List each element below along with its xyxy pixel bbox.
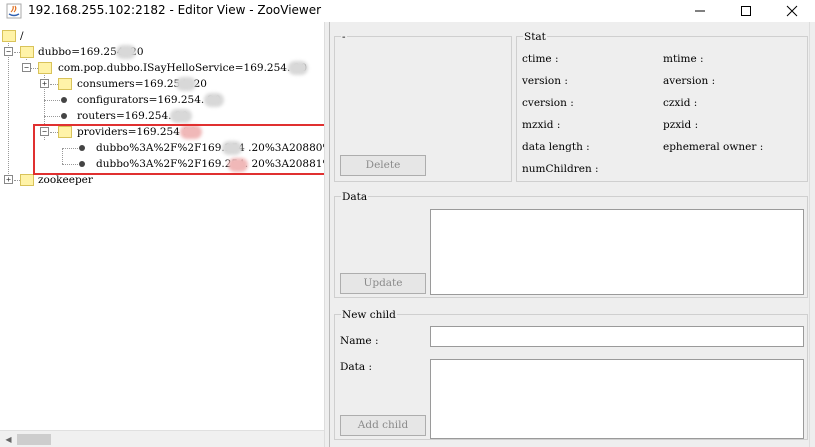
collapse-icon[interactable]: − xyxy=(22,63,31,72)
close-icon xyxy=(786,5,798,17)
redaction-blur xyxy=(204,93,224,107)
minimize-button[interactable] xyxy=(677,0,723,22)
mtime-label: mtime : xyxy=(663,53,704,65)
window-title: 192.168.255.102:2182 - Editor View - Zoo… xyxy=(28,3,322,17)
data-length-label: data length : xyxy=(522,141,590,153)
znode-tree[interactable]: / − dubbo=169.254 .20 − com.pop.dubbo.IS… xyxy=(0,22,324,447)
child-data-textarea[interactable] xyxy=(430,359,804,439)
expand-icon[interactable]: + xyxy=(4,175,13,184)
split-pane-divider[interactable] xyxy=(324,22,330,447)
tree-node-consumers[interactable]: + consumers=169.254 .20 xyxy=(0,76,250,92)
folder-icon xyxy=(2,30,16,42)
folder-icon xyxy=(20,46,34,58)
stat-panel: Stat ctime : mtime : version : aversion … xyxy=(516,31,808,182)
java-app-icon xyxy=(6,3,22,19)
czxid-label: czxid : xyxy=(663,97,698,109)
redaction-blur xyxy=(170,109,192,123)
expand-icon[interactable]: + xyxy=(40,79,49,88)
tree-node-service[interactable]: − com.pop.dubbo.ISayHelloService=169.254… xyxy=(0,60,324,76)
child-name-input[interactable] xyxy=(430,326,804,347)
title-bar: 192.168.255.102:2182 - Editor View - Zoo… xyxy=(0,0,815,22)
redaction-blur xyxy=(288,61,308,75)
scroll-left-icon[interactable]: ◀ xyxy=(0,431,17,447)
tree-node-configurators[interactable]: configurators=169.254. 20 xyxy=(0,92,260,108)
add-child-button[interactable]: Add child xyxy=(340,415,426,436)
update-button[interactable]: Update xyxy=(340,273,426,294)
ephemeral-owner-label: ephemeral owner : xyxy=(663,141,764,153)
version-label: version : xyxy=(522,75,568,87)
delete-panel-title: - xyxy=(341,31,347,43)
num-children-label: numChildren : xyxy=(522,163,599,175)
name-label: Name : xyxy=(340,335,379,347)
maximize-button[interactable] xyxy=(723,0,769,22)
scrollbar-thumb[interactable] xyxy=(17,434,51,445)
child-data-label: Data : xyxy=(340,361,373,373)
tree-node-routers[interactable]: routers=169.254. 20 xyxy=(0,108,240,124)
folder-icon xyxy=(20,174,34,186)
tree-node-dubbo[interactable]: − dubbo=169.254 .20 xyxy=(0,44,200,60)
data-textarea[interactable] xyxy=(430,209,804,295)
horizontal-scrollbar[interactable]: ◀ xyxy=(0,430,324,447)
ctime-label: ctime : xyxy=(522,53,559,65)
pzxid-label: pzxid : xyxy=(663,119,699,131)
new-child-panel: New child Name : Data : Add child xyxy=(334,309,808,440)
aversion-label: aversion : xyxy=(663,75,716,87)
collapse-icon[interactable]: − xyxy=(4,47,13,56)
redaction-blur xyxy=(176,77,196,91)
delete-button[interactable]: Delete xyxy=(340,155,426,176)
data-panel: Data Update xyxy=(334,191,808,298)
minimize-icon xyxy=(695,10,705,12)
redaction-blur xyxy=(116,45,136,59)
cversion-label: cversion : xyxy=(522,97,574,109)
highlight-annotation-box xyxy=(33,124,324,175)
leaf-node-icon xyxy=(61,97,67,103)
close-button[interactable] xyxy=(769,0,815,22)
maximize-icon xyxy=(741,6,751,16)
folder-icon xyxy=(58,78,72,90)
data-panel-title: Data xyxy=(341,191,369,203)
main-window: / − dubbo=169.254 .20 − com.pop.dubbo.IS… xyxy=(0,22,815,447)
folder-icon xyxy=(38,62,52,74)
new-child-panel-title: New child xyxy=(341,309,397,321)
delete-panel: - Delete xyxy=(334,31,512,182)
stat-panel-title: Stat xyxy=(523,31,547,43)
tree-node-root[interactable]: / xyxy=(0,28,60,44)
right-edge xyxy=(809,22,815,447)
leaf-node-icon xyxy=(61,113,67,119)
mzxid-label: mzxid : xyxy=(522,119,561,131)
